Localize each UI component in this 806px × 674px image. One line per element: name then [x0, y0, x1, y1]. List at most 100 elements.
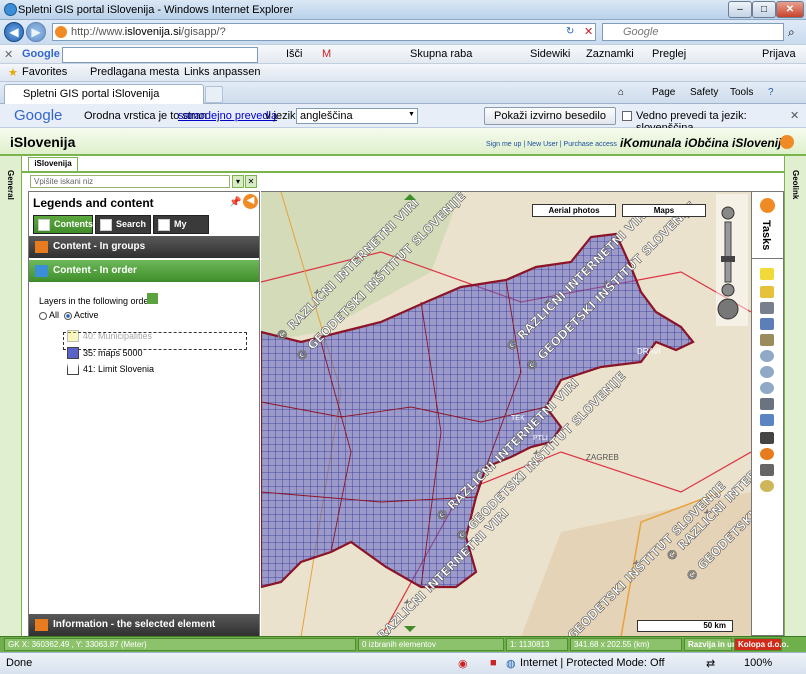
left-general-strip[interactable]: General: [0, 156, 22, 636]
never-translate-checkbox[interactable]: [622, 111, 632, 121]
help-icon[interactable]: ?: [768, 87, 774, 98]
show-original-button[interactable]: Pokaži izvirno besedilo: [484, 107, 616, 125]
globe-icon[interactable]: [760, 448, 774, 460]
page-menu[interactable]: Page: [652, 87, 675, 98]
fav-links[interactable]: Links anpassen: [184, 66, 260, 78]
content-in-order-bar[interactable]: Content - In order: [29, 260, 259, 282]
aerial-photos-button[interactable]: Aerial photos: [532, 204, 616, 217]
legends-panel: Legends and content 📌 ◀ Contents Search …: [28, 191, 260, 636]
layer-swatch: [67, 363, 79, 375]
pan-compass-icon[interactable]: [717, 298, 739, 320]
tab-search[interactable]: Search: [95, 215, 151, 234]
google-toolbar-logo: Google: [22, 48, 60, 60]
favorites-button[interactable]: Favorites: [22, 66, 67, 78]
refresh-icon[interactable]: ↻: [566, 26, 574, 37]
move-tool-icon[interactable]: [760, 414, 774, 426]
status-text: Done: [6, 657, 33, 669]
stop-icon[interactable]: ✕: [584, 25, 593, 38]
new-tab-button[interactable]: [205, 86, 223, 103]
internet-zone-icon: ◍: [506, 658, 516, 670]
popup-blocked-icon[interactable]: ■: [490, 657, 497, 669]
site-favicon-icon: [55, 26, 67, 38]
zoom-window-icon[interactable]: [760, 350, 774, 362]
account-links[interactable]: Sign me up | New User | Purchase access: [486, 141, 617, 148]
url-prefix: http://www.: [71, 26, 125, 38]
url-domain: islovenija.si: [124, 26, 182, 38]
security-zone[interactable]: Internet | Protected Mode: Off: [520, 657, 665, 669]
fav-suggested-sites[interactable]: Predlagana mesta: [90, 66, 179, 78]
language-select[interactable]: angleščina: [296, 108, 418, 124]
window-title-bar: Spletni GIS portal iSlovenija - Windows …: [0, 0, 806, 20]
map-canvas[interactable]: ZAGREB DRAVI TEK PTLI © RAZLIČNI INTERNE…: [261, 192, 751, 636]
tab-active[interactable]: Spletni GIS portal iSlovenija: [4, 84, 204, 104]
company-badge[interactable]: Kolopa d.o.o.: [734, 638, 789, 651]
zoom-slider-thumb[interactable]: [721, 256, 735, 262]
ie-logo-icon: [4, 3, 17, 16]
home-icon[interactable]: ⌂: [618, 87, 624, 98]
toolbar-translate[interactable]: Preglej: [652, 48, 686, 60]
geolink-label: Geolink: [791, 170, 800, 200]
tab-my-data[interactable]: My Data: [153, 215, 209, 246]
table-tool-icon[interactable]: [760, 318, 774, 330]
browser-status-bar: Done ◉ ■ ◍ Internet | Protected Mode: Of…: [0, 652, 806, 674]
search-clear-button[interactable]: ✕: [245, 175, 257, 188]
forward-button[interactable]: ▶: [26, 22, 46, 42]
zoom-in-tool-icon[interactable]: [760, 366, 774, 378]
maps-button[interactable]: Maps: [622, 204, 706, 217]
tools-menu[interactable]: Tools: [730, 87, 753, 98]
right-geolink-strip[interactable]: Geolink: [784, 156, 806, 636]
link-icon[interactable]: [760, 464, 774, 476]
camera-icon[interactable]: [760, 432, 774, 444]
toolbar-signin[interactable]: Prijava: [762, 48, 796, 60]
select-tool-icon[interactable]: [760, 302, 774, 314]
maximize-button[interactable]: □: [752, 1, 776, 18]
map-search-input[interactable]: Vpišite iskani niz: [30, 175, 230, 188]
map-extent: 341.68 x 202.55 (km): [570, 638, 682, 651]
close-button[interactable]: ✕: [776, 1, 804, 18]
full-extent-icon[interactable]: [760, 398, 774, 410]
tab-search-label: Search: [116, 219, 147, 229]
google-toolbar-search[interactable]: [62, 47, 258, 63]
zoom-slider-track[interactable]: [724, 221, 732, 283]
translate-link[interactable]: samodejno prevedla: [178, 110, 277, 122]
search-icon[interactable]: ⌕: [788, 25, 795, 40]
tasks-panel: Tasks: [751, 191, 784, 636]
expand-tasks-icon[interactable]: [760, 198, 775, 213]
zoom-out-icon[interactable]: [721, 283, 735, 297]
note-delete-icon[interactable]: [760, 286, 774, 298]
app-tab-islovenija[interactable]: iSlovenija: [28, 157, 78, 171]
zoom-in-icon[interactable]: [721, 206, 735, 220]
collapse-panel-icon[interactable]: ◀: [243, 194, 258, 209]
translate-close-icon[interactable]: ✕: [790, 109, 799, 122]
map-view[interactable]: ZAGREB DRAVI TEK PTLI © RAZLIČNI INTERNE…: [261, 191, 751, 636]
toolbar-share[interactable]: Skupna raba: [410, 48, 472, 60]
privacy-icon[interactable]: ◉: [458, 657, 468, 670]
toolbar-gmail[interactable]: M: [322, 48, 331, 60]
zoom-level[interactable]: 100%: [744, 657, 772, 669]
compat-icon[interactable]: ⇄: [706, 657, 715, 670]
info-icon: [35, 619, 48, 631]
radio-active[interactable]: [64, 311, 73, 320]
url-input[interactable]: http://www.islovenija.si/gisapp/?: [52, 23, 596, 41]
refresh-map-icon[interactable]: [760, 480, 774, 492]
toolbar-bookmarks[interactable]: Zaznamki: [586, 48, 634, 60]
search-dropdown-button[interactable]: ▾: [232, 175, 244, 188]
note-tool-icon[interactable]: [760, 268, 774, 280]
chart-tool-icon[interactable]: [760, 334, 774, 346]
back-button[interactable]: ◀: [4, 22, 24, 42]
toolbar-search[interactable]: Išči: [286, 48, 303, 60]
radio-all[interactable]: [39, 311, 47, 320]
pin-icon[interactable]: 📌: [229, 197, 241, 208]
information-bar[interactable]: Information - the selected element: [29, 614, 259, 636]
search-input[interactable]: Google: [602, 23, 784, 41]
toolbar-sidewiki[interactable]: Sidewiki: [530, 48, 570, 60]
toolbar-close-icon[interactable]: ✕: [4, 48, 13, 61]
translate-middle: v jezik:: [265, 110, 299, 122]
zoom-out-tool-icon[interactable]: [760, 382, 774, 394]
tab-contents[interactable]: Contents: [33, 215, 93, 234]
scale-bar: 50 km: [637, 620, 733, 632]
layers-tree-icon[interactable]: [147, 293, 158, 304]
safety-menu[interactable]: Safety: [690, 87, 718, 98]
minimize-button[interactable]: –: [728, 1, 752, 18]
content-in-groups-bar[interactable]: Content - In groups: [29, 236, 259, 258]
